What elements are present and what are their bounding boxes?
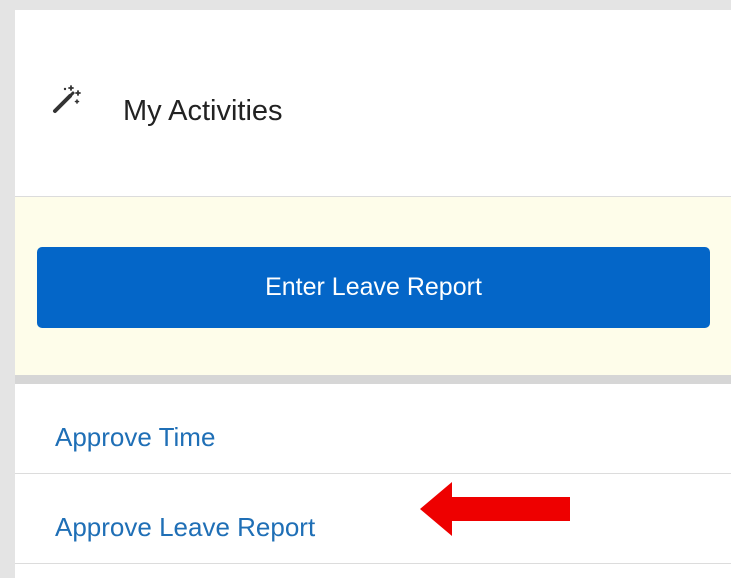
list-item-approve-leave-report: Approve Leave Report [15, 474, 731, 564]
panel-header: My Activities [15, 10, 731, 197]
list-item-approve-time: Approve Time [15, 384, 731, 474]
approve-leave-report-link[interactable]: Approve Leave Report [55, 512, 315, 543]
page-background: My Activities Enter Leave Report Approve… [0, 0, 731, 578]
activities-list: Approve Time Approve Leave Report [15, 384, 731, 564]
magic-wand-icon [51, 83, 83, 115]
enter-leave-report-button[interactable]: Enter Leave Report [37, 247, 710, 328]
red-arrow-icon [420, 482, 570, 536]
my-activities-panel: My Activities Enter Leave Report Approve… [15, 10, 731, 578]
panel-title: My Activities [123, 95, 283, 127]
section-divider [15, 375, 731, 384]
approve-time-link[interactable]: Approve Time [55, 422, 215, 453]
leave-callout: Enter Leave Report [15, 197, 731, 375]
